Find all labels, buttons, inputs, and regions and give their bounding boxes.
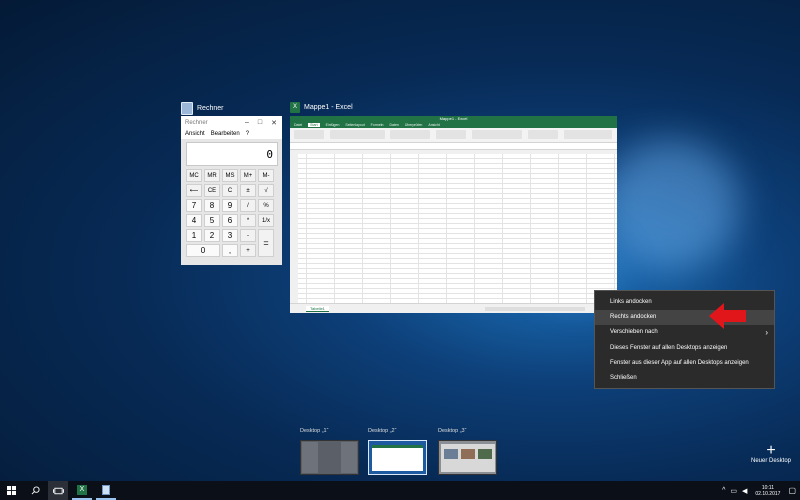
calculator-titlebar: Rechner – □ ✕ [181,116,282,129]
key-4: 4 [186,214,202,227]
desktop-3-thumbnail[interactable] [438,440,497,475]
key-minus: - [240,229,256,242]
calculator-window-thumbnail[interactable]: Rechner – □ ✕ Ansicht Bearbeiten ? 0 MC MR… [181,116,282,265]
excel-icon[interactable]: X [72,481,92,500]
key-equals: = [258,229,274,257]
key-8: 8 [204,199,220,212]
key-ce: CE [204,184,220,197]
ribbon-tab: Datei [294,123,303,127]
excel-formula-bar [290,143,617,150]
excel-cell-grid [290,150,617,304]
new-desktop-label: Neuer Desktop [750,458,792,464]
windows-start-icon[interactable] [2,481,20,500]
menu-item-rechts-andocken[interactable]: Rechts andocken [595,310,774,325]
key-9: 9 [222,199,238,212]
horizontal-scrollbar [485,307,585,311]
menu-item-links-andocken[interactable]: Links andocken [595,295,774,310]
clock-date: 02.10.2017 [755,490,781,497]
search-icon[interactable] [26,481,44,500]
notepad-icon[interactable] [96,481,116,500]
network-icon[interactable]: ▭ [730,487,737,495]
key-6: 6 [222,214,238,227]
close-icon: ✕ [271,119,277,127]
plus-icon: + [766,442,776,459]
key-ms: MS [222,169,238,182]
key-comma: , [222,244,238,257]
key-plus: + [240,244,256,257]
ribbon-tab: Überprüfen [404,123,423,127]
ribbon-tab: Ansicht [428,123,440,127]
key-c: C [222,184,238,197]
excel-label-text: Mappe1 - Excel [304,104,353,111]
key-sqrt: √ [258,184,274,197]
calculator-label-text: Rechner [197,105,224,112]
key-7: 7 [186,199,202,212]
key-3: 3 [222,229,238,242]
ribbon-tab: Start [308,123,320,127]
key-mplus: M+ [240,169,256,182]
menu-bearbeiten: Bearbeiten [210,131,240,137]
desktop-1-label: Desktop „1“ [300,428,329,434]
menu-help: ? [245,131,250,137]
excel-status-bar: Tabelle1 [290,303,617,313]
key-2: 2 [204,229,220,242]
calculator-menu: Ansicht Bearbeiten ? [181,129,282,139]
calculator-display: 0 [186,142,278,166]
submenu-chevron-icon: › [765,328,768,337]
ribbon-tab: Seitenlayout [345,123,365,127]
menu-item-show-app-all-desktops[interactable]: Fenster aus dieser App auf allen Desktop… [595,356,774,371]
system-tray: ^ ▭ ◀ 10:11 02.10.2017 ▢ [722,481,796,500]
key-multiply: * [240,214,256,227]
menu-item-schliessen[interactable]: Schließen [595,371,774,386]
ribbon-tab: Einfügen [325,123,340,127]
sheet-tab: Tabelle1 [306,306,329,312]
desktop-1-thumbnail[interactable] [300,440,359,475]
chevron-up-icon[interactable]: ^ [722,487,725,494]
menu-item-verschieben-nach[interactable]: Verschieben nach › [595,325,774,340]
new-desktop-button[interactable]: + Neuer Desktop [748,442,794,465]
taskbar: X ^ ▭ ◀ 10:11 02.10.2017 ▢ [0,481,800,500]
volume-icon[interactable]: ◀ [742,487,747,495]
key-mc: MC [186,169,202,182]
key-reciprocal: 1/x [258,214,274,227]
clock[interactable]: 10:11 02.10.2017 [755,485,780,497]
notification-icon[interactable]: ▢ [788,486,796,495]
minimize-icon: – [244,118,249,126]
ribbon-tab: Formeln [370,123,384,127]
desktop-2-label: Desktop „2“ [368,428,397,434]
key-mr: MR [204,169,220,182]
key-5: 5 [204,214,220,227]
task-view-icon[interactable] [48,481,68,500]
key-1: 1 [186,229,202,242]
key-divide: / [240,199,256,212]
excel-ribbon [290,128,617,143]
calculator-window-label[interactable]: Rechner [181,102,223,115]
excel-app-icon: X [290,102,300,113]
wallpaper-light [600,140,740,270]
excel-window-label[interactable]: X Mappe1 - Excel [290,102,353,113]
maximize-icon: □ [257,118,263,126]
excel-window-thumbnail[interactable]: Mappe1 - Excel Datei Start Einfügen Seit… [290,116,617,313]
key-mminus: M- [258,169,274,182]
key-percent: % [258,199,274,212]
desktop-3-label: Desktop „3“ [438,428,467,434]
desktop-2-thumbnail[interactable] [368,440,427,475]
calculator-app-icon [181,102,193,115]
calculator-title: Rechner [185,119,208,126]
ribbon-tab: Daten [389,123,399,127]
key-sign: ± [240,184,256,197]
menu-item-show-window-all-desktops[interactable]: Dieses Fenster auf allen Desktops anzeig… [595,341,774,356]
key-backspace: ⟵ [186,184,202,197]
red-arrow-annotation-icon [709,303,746,329]
window-context-menu: Links andocken Rechts andocken Verschieb… [594,290,775,389]
key-0: 0 [186,244,220,257]
menu-ansicht: Ansicht [185,131,205,137]
